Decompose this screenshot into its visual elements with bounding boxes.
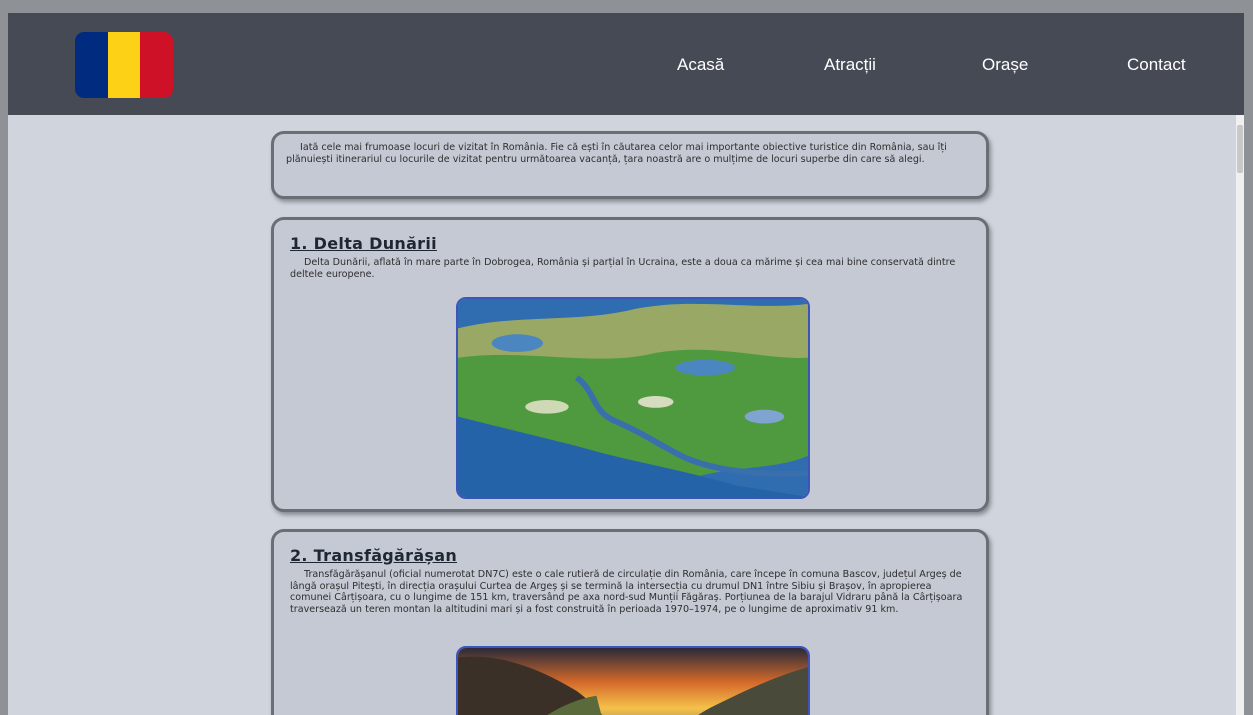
romania-flag-logo[interactable] xyxy=(75,32,173,98)
flag-stripe-blue xyxy=(75,32,108,98)
page-frame: Acasă Atracții Orașe Contact Iată cele m… xyxy=(8,13,1244,715)
section-title: 1. Delta Dunării xyxy=(290,234,437,253)
nav-link-atractii[interactable]: Atracții xyxy=(824,55,876,75)
intro-text: Iată cele mai frumoase locuri de vizitat… xyxy=(286,142,947,165)
nav-link-acasa[interactable]: Acasă xyxy=(677,55,724,75)
section-delta-dunarii: 1. Delta Dunării Delta Dunării, aflată î… xyxy=(271,217,989,512)
section-text: Transfăgărășanul (oficial numerotat DN7C… xyxy=(290,569,963,615)
section-text: Delta Dunării, aflată în mare parte în D… xyxy=(290,257,956,280)
delta-dunarii-photo xyxy=(456,297,810,499)
transfagarasan-photo xyxy=(456,646,810,715)
top-navbar: Acasă Atracții Orașe Contact xyxy=(8,13,1244,115)
scrollbar-thumb[interactable] xyxy=(1237,125,1243,173)
vertical-scrollbar[interactable] xyxy=(1236,115,1244,715)
flag-stripe-yellow xyxy=(107,32,141,98)
section-transfagarasan: 2. Transfăgărășan Transfăgărășanul (ofic… xyxy=(271,529,989,715)
flag-stripe-red xyxy=(140,32,173,98)
nav-link-orase[interactable]: Orașe xyxy=(982,55,1028,75)
intro-card: Iată cele mai frumoase locuri de vizitat… xyxy=(271,131,989,199)
nav-link-contact[interactable]: Contact xyxy=(1127,55,1186,75)
section-title: 2. Transfăgărășan xyxy=(290,546,458,565)
